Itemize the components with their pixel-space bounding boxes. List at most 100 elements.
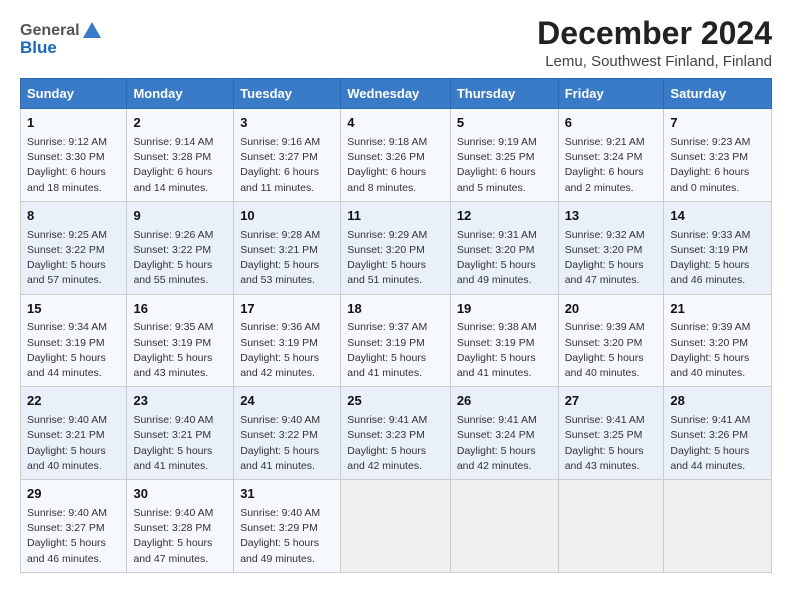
calendar-header-sunday: Sunday <box>21 79 127 109</box>
cell-line: and 43 minutes. <box>133 366 227 381</box>
calendar-cell: 9Sunrise: 9:26 AMSunset: 3:22 PMDaylight… <box>127 201 234 294</box>
cell-line: Daylight: 5 hours <box>240 536 334 551</box>
cell-line: and 53 minutes. <box>240 273 334 288</box>
cell-line: Daylight: 5 hours <box>347 258 444 273</box>
cell-line: Sunrise: 9:23 AM <box>670 135 765 150</box>
cell-line: Daylight: 5 hours <box>457 351 552 366</box>
cell-line: Daylight: 5 hours <box>565 258 658 273</box>
cell-line: Daylight: 5 hours <box>457 258 552 273</box>
cell-line: Sunset: 3:26 PM <box>670 428 765 443</box>
cell-line: and 42 minutes. <box>457 459 552 474</box>
cell-line: Sunset: 3:19 PM <box>240 336 334 351</box>
calendar-header-wednesday: Wednesday <box>341 79 451 109</box>
cell-line: Daylight: 6 hours <box>565 165 658 180</box>
calendar-week-row: 15Sunrise: 9:34 AMSunset: 3:19 PMDayligh… <box>21 294 772 387</box>
cell-line: Sunset: 3:27 PM <box>240 150 334 165</box>
calendar-week-row: 1Sunrise: 9:12 AMSunset: 3:30 PMDaylight… <box>21 109 772 202</box>
cell-line: Daylight: 6 hours <box>347 165 444 180</box>
calendar-cell: 26Sunrise: 9:41 AMSunset: 3:24 PMDayligh… <box>450 387 558 480</box>
cell-line: and 51 minutes. <box>347 273 444 288</box>
cell-line: Sunrise: 9:40 AM <box>27 506 120 521</box>
cell-line: Sunset: 3:29 PM <box>240 521 334 536</box>
calendar-header-row: SundayMondayTuesdayWednesdayThursdayFrid… <box>21 79 772 109</box>
cell-line: Daylight: 5 hours <box>27 444 120 459</box>
cell-line: Daylight: 5 hours <box>27 258 120 273</box>
cell-line: and 40 minutes. <box>670 366 765 381</box>
cell-line: and 40 minutes. <box>27 459 120 474</box>
cell-line: Sunset: 3:23 PM <box>347 428 444 443</box>
day-number: 22 <box>27 392 120 411</box>
calendar-cell: 15Sunrise: 9:34 AMSunset: 3:19 PMDayligh… <box>21 294 127 387</box>
day-number: 29 <box>27 485 120 504</box>
calendar-header-saturday: Saturday <box>664 79 772 109</box>
page-title: December 2024 <box>537 16 772 51</box>
calendar-cell: 7Sunrise: 9:23 AMSunset: 3:23 PMDaylight… <box>664 109 772 202</box>
cell-line: Sunrise: 9:26 AM <box>133 228 227 243</box>
calendar-table: SundayMondayTuesdayWednesdayThursdayFrid… <box>20 78 772 573</box>
logo-icon <box>81 20 103 42</box>
calendar-cell: 17Sunrise: 9:36 AMSunset: 3:19 PMDayligh… <box>234 294 341 387</box>
cell-line: Daylight: 5 hours <box>670 351 765 366</box>
cell-line: Sunset: 3:20 PM <box>457 243 552 258</box>
day-number: 8 <box>27 207 120 226</box>
cell-line: Daylight: 5 hours <box>347 444 444 459</box>
page-header: General Blue December 2024 Lemu, Southwe… <box>20 16 772 70</box>
calendar-cell: 27Sunrise: 9:41 AMSunset: 3:25 PMDayligh… <box>558 387 664 480</box>
day-number: 27 <box>565 392 658 411</box>
cell-line: Daylight: 6 hours <box>240 165 334 180</box>
day-number: 19 <box>457 300 552 319</box>
calendar-header-tuesday: Tuesday <box>234 79 341 109</box>
day-number: 1 <box>27 114 120 133</box>
calendar-cell: 1Sunrise: 9:12 AMSunset: 3:30 PMDaylight… <box>21 109 127 202</box>
cell-line: Sunrise: 9:41 AM <box>565 413 658 428</box>
calendar-cell <box>341 480 451 573</box>
cell-line: Sunrise: 9:31 AM <box>457 228 552 243</box>
cell-line: Sunset: 3:20 PM <box>670 336 765 351</box>
title-block: December 2024 Lemu, Southwest Finland, F… <box>537 16 772 70</box>
cell-line: and 57 minutes. <box>27 273 120 288</box>
cell-line: and 49 minutes. <box>240 552 334 567</box>
cell-line: Sunset: 3:22 PM <box>240 428 334 443</box>
cell-line: Sunset: 3:27 PM <box>27 521 120 536</box>
cell-line: and 40 minutes. <box>565 366 658 381</box>
calendar-cell: 31Sunrise: 9:40 AMSunset: 3:29 PMDayligh… <box>234 480 341 573</box>
cell-line: Sunrise: 9:25 AM <box>27 228 120 243</box>
cell-line: Sunrise: 9:41 AM <box>347 413 444 428</box>
cell-line: Sunrise: 9:14 AM <box>133 135 227 150</box>
cell-line: Sunset: 3:21 PM <box>27 428 120 443</box>
logo: General Blue <box>20 20 104 58</box>
cell-line: Daylight: 5 hours <box>27 536 120 551</box>
calendar-cell: 18Sunrise: 9:37 AMSunset: 3:19 PMDayligh… <box>341 294 451 387</box>
day-number: 15 <box>27 300 120 319</box>
cell-line: Sunset: 3:25 PM <box>565 428 658 443</box>
cell-line: Sunset: 3:19 PM <box>27 336 120 351</box>
calendar-cell: 8Sunrise: 9:25 AMSunset: 3:22 PMDaylight… <box>21 201 127 294</box>
calendar-cell: 5Sunrise: 9:19 AMSunset: 3:25 PMDaylight… <box>450 109 558 202</box>
cell-line: and 2 minutes. <box>565 181 658 196</box>
logo-blue-text: Blue <box>20 38 57 58</box>
cell-line: Daylight: 5 hours <box>240 258 334 273</box>
calendar-cell: 29 Sunrise: 9:40 AMSunset: 3:27 PMDayligh… <box>21 480 127 573</box>
day-number: 18 <box>347 300 444 319</box>
calendar-cell: 21Sunrise: 9:39 AMSunset: 3:20 PMDayligh… <box>664 294 772 387</box>
cell-line: and 5 minutes. <box>457 181 552 196</box>
calendar-cell: 23Sunrise: 9:40 AMSunset: 3:21 PMDayligh… <box>127 387 234 480</box>
day-number: 31 <box>240 485 334 504</box>
calendar-cell <box>450 480 558 573</box>
cell-line: Sunrise: 9:19 AM <box>457 135 552 150</box>
day-number: 7 <box>670 114 765 133</box>
cell-line: Daylight: 5 hours <box>347 351 444 366</box>
cell-line: Sunset: 3:19 PM <box>347 336 444 351</box>
cell-line: Sunset: 3:25 PM <box>457 150 552 165</box>
day-number: 14 <box>670 207 765 226</box>
calendar-cell: 14Sunrise: 9:33 AMSunset: 3:19 PMDayligh… <box>664 201 772 294</box>
cell-line: Sunrise: 9:33 AM <box>670 228 765 243</box>
cell-line: and 47 minutes. <box>133 552 227 567</box>
day-number: 11 <box>347 207 444 226</box>
calendar-header-monday: Monday <box>127 79 234 109</box>
calendar-cell: 6Sunrise: 9:21 AMSunset: 3:24 PMDaylight… <box>558 109 664 202</box>
cell-line: and 18 minutes. <box>27 181 120 196</box>
calendar-cell: 20Sunrise: 9:39 AMSunset: 3:20 PMDayligh… <box>558 294 664 387</box>
cell-line: Sunset: 3:19 PM <box>670 243 765 258</box>
cell-line: Daylight: 6 hours <box>133 165 227 180</box>
